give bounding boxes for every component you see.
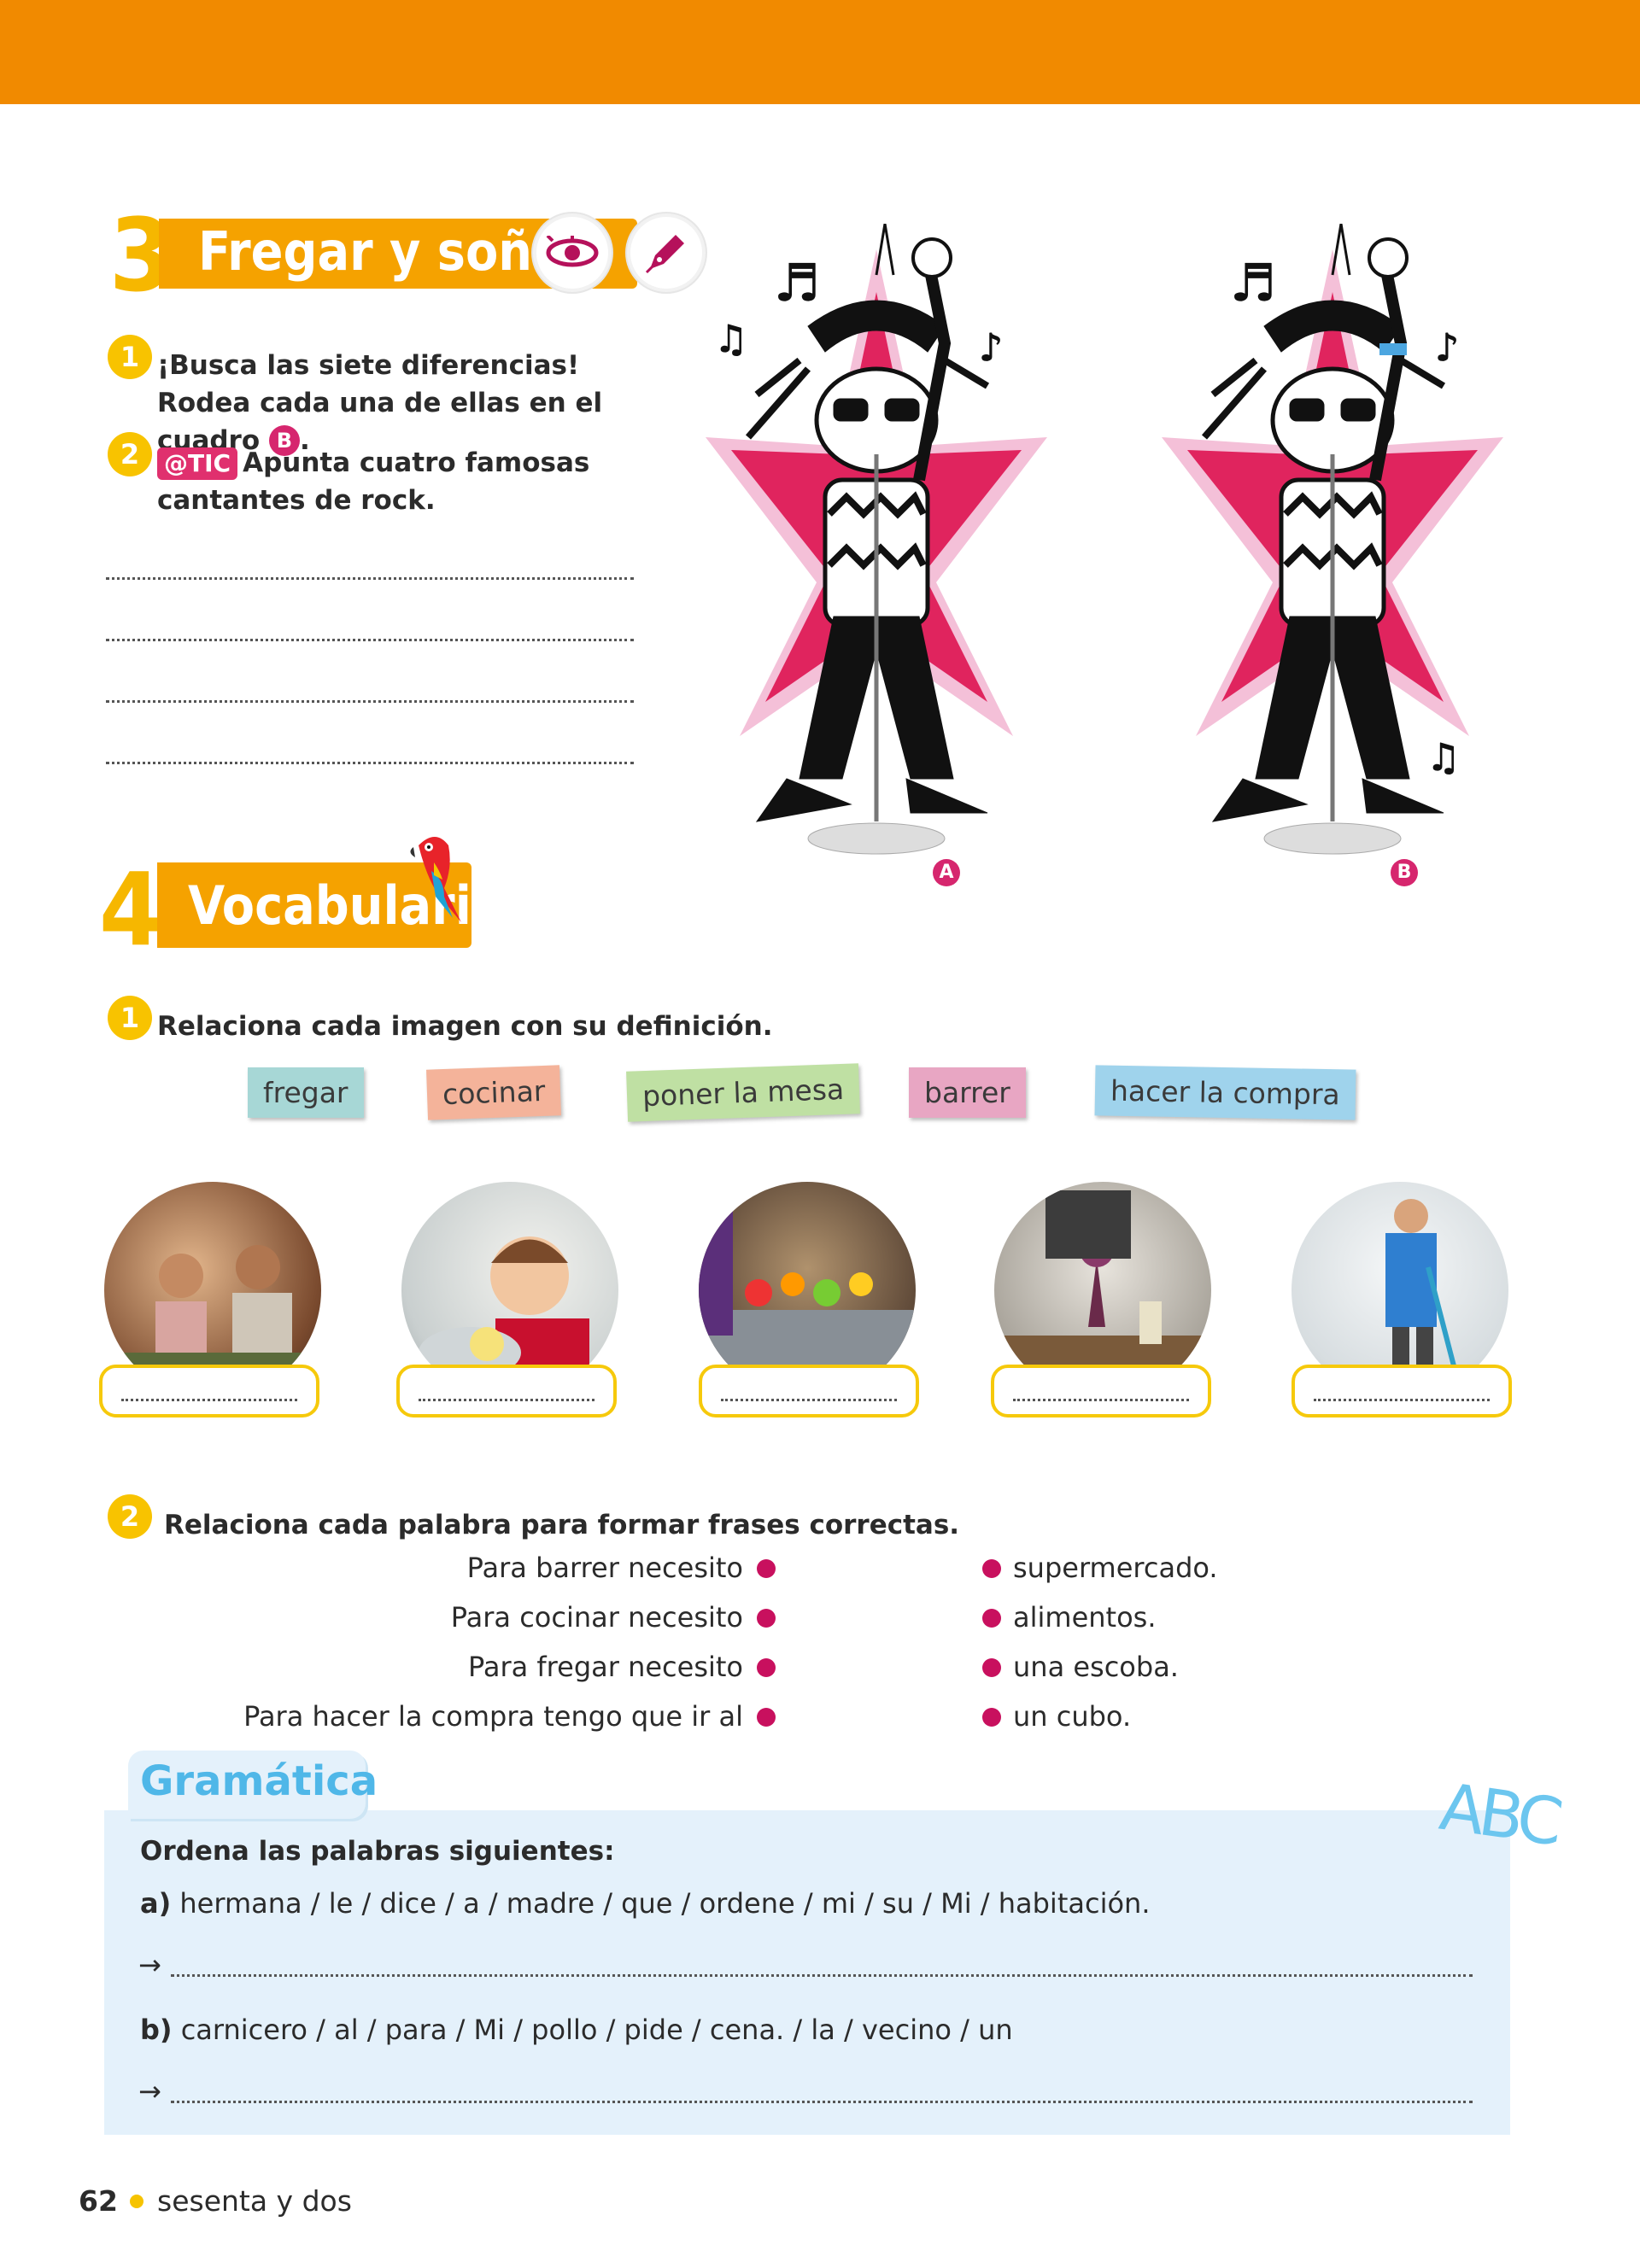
match-dot[interactable] [757, 1559, 776, 1578]
answer-line[interactable] [171, 2101, 1473, 2103]
question-1-label: ¡Busca las siete diferencias! Rodea cada… [157, 350, 603, 456]
answer-line[interactable] [106, 762, 634, 764]
rock-singer-illustration-b: ♬ ♪ ♫ [1162, 224, 1503, 855]
top-banner [0, 0, 1640, 104]
question-number: 2 [108, 432, 152, 476]
match-dot[interactable] [982, 1708, 1001, 1727]
question-number: 2 [108, 1494, 152, 1539]
question-number: 1 [108, 996, 152, 1040]
grammar-item-a: a) hermana / le / dice / a / madre / que… [140, 1887, 1150, 1920]
answer-box[interactable] [99, 1365, 319, 1418]
question-number: 1 [108, 335, 152, 379]
svg-text:♪: ♪ [1435, 326, 1459, 370]
question-1-text: ¡Busca las siete diferencias! Rodea cada… [157, 350, 603, 456]
match-dot[interactable] [757, 1609, 776, 1628]
answer-box[interactable] [991, 1365, 1211, 1418]
abc-icon: ABC [1435, 1768, 1563, 1861]
answer-box[interactable] [699, 1365, 919, 1418]
match-right-item: una escoba. [1013, 1651, 1179, 1683]
eye-icon [533, 213, 612, 292]
answer-box[interactable] [1292, 1365, 1512, 1418]
pen-icon [627, 213, 706, 292]
match-right-item: supermercado. [1013, 1552, 1218, 1584]
grammar-instruction: Ordena las palabras siguientes: [140, 1836, 615, 1867]
vocab-tag-fregar[interactable]: fregar [248, 1067, 364, 1118]
answer-box[interactable] [396, 1365, 617, 1418]
match-left-item: Para hacer la compra tengo que ir al [243, 1700, 743, 1733]
item-text: carnicero / al / para / Mi / pollo / pid… [180, 2014, 1013, 2046]
match-dot[interactable] [757, 1708, 776, 1727]
page-number: 62 [79, 2184, 118, 2218]
item-text: hermana / le / dice / a / madre / que / … [179, 1887, 1151, 1920]
item-label: a) [140, 1887, 172, 1920]
question-2-text: @TIC Apunta cuatro famosas cantantes de r… [157, 444, 636, 519]
grammar-item-b: b) carnicero / al / para / Mi / pollo / … [140, 2014, 1013, 2046]
question-text: Relaciona cada palabra para formar frase… [164, 1510, 960, 1540]
match-right-item: alimentos. [1013, 1601, 1157, 1634]
svg-text:♫: ♫ [714, 318, 747, 361]
svg-text:♫: ♫ [1426, 736, 1460, 780]
vocab-tag-cocinar[interactable]: cocinar [426, 1065, 562, 1120]
svg-text:♬: ♬ [774, 254, 820, 313]
svg-text:♬: ♬ [1230, 254, 1276, 313]
answer-line[interactable] [106, 700, 634, 703]
match-right-item: un cubo. [1013, 1700, 1132, 1733]
label-a-badge: A [933, 859, 960, 886]
section-number: 4 [99, 850, 162, 968]
footer-dot [130, 2195, 144, 2208]
section-title: Fregar y soñar [198, 220, 589, 283]
vocab-tag-hacer-la-compra[interactable]: hacer la compra [1094, 1065, 1356, 1120]
match-dot[interactable] [982, 1658, 1001, 1677]
tic-badge: @TIC [157, 447, 238, 480]
svg-text:♪: ♪ [979, 326, 1003, 370]
page-number-words: sesenta y dos [157, 2184, 352, 2218]
question-text: Relaciona cada imagen con su definición. [157, 1011, 773, 1042]
answer-line[interactable] [106, 577, 634, 580]
grammar-title: Gramática [140, 1757, 378, 1805]
grammar-tab: Gramática [128, 1751, 378, 1819]
match-left-item: Para fregar necesito [468, 1651, 743, 1683]
rock-singer-illustration-a: ♬ ♪ ♫ [706, 224, 1047, 855]
vocab-tag-poner-la-mesa[interactable]: poner la mesa [626, 1063, 861, 1122]
match-dot[interactable] [982, 1609, 1001, 1628]
match-dot[interactable] [757, 1658, 776, 1677]
item-label: b) [140, 2014, 173, 2046]
answer-line[interactable] [106, 639, 634, 641]
arrow-icon: → [138, 1949, 161, 1981]
arrow-icon: → [138, 2075, 161, 2107]
label-b-badge: B [1391, 859, 1418, 886]
parrot-icon [410, 837, 461, 922]
vocab-tag-barrer[interactable]: barrer [909, 1067, 1026, 1118]
match-left-item: Para cocinar necesito [450, 1601, 743, 1634]
match-left-item: Para barrer necesito [466, 1552, 743, 1584]
answer-line[interactable] [171, 1974, 1473, 1977]
match-dot[interactable] [982, 1559, 1001, 1578]
